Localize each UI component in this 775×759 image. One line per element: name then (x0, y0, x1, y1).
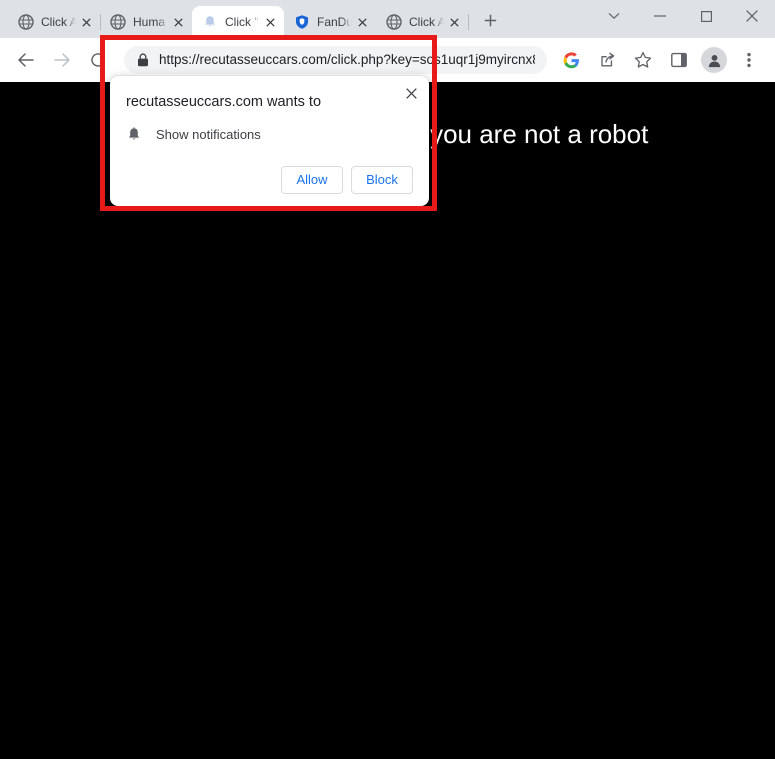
dialog-actions: Allow Block (126, 166, 413, 194)
tab-2[interactable]: Huma (100, 6, 193, 38)
tab-separator (468, 14, 469, 30)
tab-strip: Click A Huma Click " FanDu Click A (0, 0, 775, 38)
bell-favicon (205, 16, 215, 27)
reload-button[interactable] (83, 45, 113, 75)
minimize-icon (654, 15, 666, 17)
back-button[interactable] (11, 45, 41, 75)
globe-icon (110, 14, 126, 30)
tab-1[interactable]: Click A (8, 6, 101, 38)
side-panel-icon (671, 52, 687, 68)
globe-icon (18, 14, 34, 30)
url-text: https://recutasseuccars.com/click.php?ke… (159, 52, 535, 67)
tab-4[interactable]: FanDu (284, 6, 376, 38)
arrow-right-icon (54, 53, 70, 67)
bell-icon (129, 127, 139, 140)
dialog-close-button[interactable] (401, 83, 421, 103)
more-vertical-icon (747, 52, 751, 68)
shield-icon (296, 15, 308, 29)
tab-list: Click A Huma Click " FanDu Click A (0, 0, 504, 38)
tab-close-icon[interactable] (78, 14, 94, 30)
bookmark-button[interactable] (628, 45, 658, 75)
permission-row: Show notifications (126, 126, 413, 144)
close-icon (746, 10, 758, 22)
lock-icon (138, 53, 148, 67)
reload-icon (91, 51, 105, 67)
tab-close-icon[interactable] (170, 14, 186, 30)
address-bar[interactable]: https://recutasseuccars.com/click.php?ke… (124, 46, 547, 74)
tab-search-button[interactable] (591, 0, 637, 32)
close-icon (405, 87, 417, 99)
tab-title: Click " (225, 15, 259, 29)
avatar-icon (708, 54, 720, 67)
globe-icon (386, 14, 402, 30)
arrow-left-icon (18, 53, 34, 67)
close-window-button[interactable] (729, 0, 775, 32)
tab-close-icon[interactable] (354, 14, 370, 30)
tab-5[interactable]: Click A (376, 6, 469, 38)
forward-button[interactable] (47, 45, 77, 75)
allow-button[interactable]: Allow (281, 166, 343, 194)
share-icon (600, 52, 614, 66)
tab-3-active[interactable]: Click " (192, 6, 284, 38)
plus-icon (484, 14, 496, 26)
tab-title: Click A (409, 15, 444, 29)
dialog-title: recutasseuccars.com wants to (126, 94, 322, 110)
tab-close-icon[interactable] (262, 14, 278, 30)
share-button[interactable] (592, 45, 622, 75)
chevron-down-icon (608, 12, 620, 20)
maximize-button[interactable] (683, 0, 729, 32)
notification-permission-dialog: recutasseuccars.com wants to Show notifi… (110, 76, 429, 206)
chrome-menu-button[interactable] (734, 45, 764, 75)
minimize-button[interactable] (637, 0, 683, 32)
permission-label: Show notifications (156, 127, 261, 142)
block-button[interactable]: Block (351, 166, 413, 194)
star-icon (634, 51, 652, 68)
google-g-icon (563, 51, 579, 68)
profile-avatar-button[interactable] (701, 47, 727, 73)
browser-window: Click A Huma Click " FanDu Click A https… (0, 0, 775, 759)
side-panel-button[interactable] (664, 45, 694, 75)
window-controls (591, 0, 775, 32)
tab-close-icon[interactable] (446, 14, 462, 30)
tab-title: Click A (41, 15, 76, 29)
new-tab-button[interactable] (476, 6, 504, 34)
tab-title: Huma (133, 15, 166, 29)
tab-title: FanDu (317, 15, 352, 29)
google-lens-button[interactable] (556, 45, 586, 75)
maximize-icon (700, 10, 712, 22)
